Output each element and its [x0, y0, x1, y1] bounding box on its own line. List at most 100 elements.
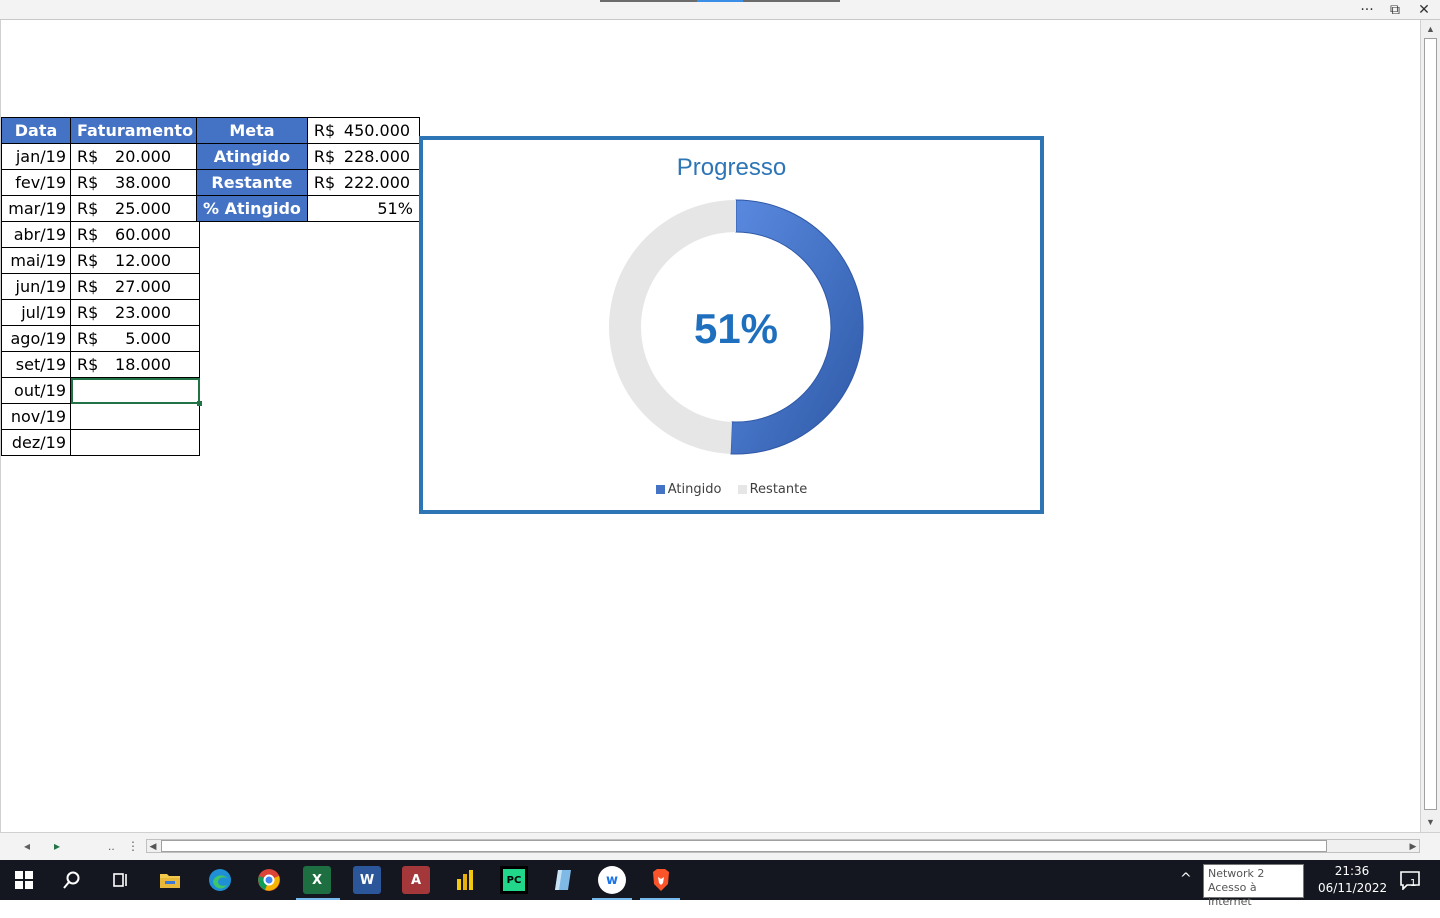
edge-icon[interactable]: [206, 866, 234, 894]
restore-window-button[interactable]: ⧉: [1383, 1, 1407, 19]
more-sheets-button[interactable]: ..: [108, 839, 115, 853]
date-cell[interactable]: out/19: [1, 377, 71, 404]
next-sheet-icon[interactable]: ▸: [54, 839, 60, 853]
date-cell[interactable]: mar/19: [1, 195, 71, 222]
summary-value: 228.000: [343, 147, 411, 166]
legend-swatch-atingido: [655, 485, 665, 494]
table-row: mar/19 R$ 25.000: [1, 195, 201, 222]
currency-symbol: R$: [313, 147, 336, 166]
scroll-right-icon[interactable]: ▶: [1407, 840, 1419, 852]
summary-value-cell[interactable]: R$ 222.000: [306, 169, 420, 196]
header-date[interactable]: Data: [1, 117, 71, 144]
revenue-cell[interactable]: R$ 27.000: [69, 273, 201, 300]
date-cell[interactable]: fev/19: [1, 169, 71, 196]
summary-value-cell[interactable]: R$ 228.000: [306, 143, 420, 170]
power-bi-icon[interactable]: [451, 866, 479, 894]
revenue-value: 38.000: [115, 173, 171, 192]
wps-icon[interactable]: w: [598, 866, 626, 894]
horizontal-scroll-thumb[interactable]: [161, 840, 1327, 852]
revenue-value: 20.000: [115, 147, 171, 166]
chrome-icon[interactable]: [255, 866, 283, 894]
date-cell[interactable]: jan/19: [1, 143, 71, 170]
revenue-cell[interactable]: R$ 12.000: [69, 247, 201, 274]
scroll-up-icon[interactable]: ▲: [1424, 23, 1437, 36]
window-title-bar: ··· ⧉ ✕: [0, 0, 1440, 20]
currency-symbol: R$: [77, 329, 99, 348]
system-clock[interactable]: 21:36 06/11/2022: [1318, 863, 1388, 897]
currency-symbol: R$: [77, 147, 99, 166]
revenue-cell[interactable]: R$ 18.000: [69, 351, 201, 378]
legend-label-restante: Restante: [749, 482, 808, 497]
date-cell[interactable]: abr/19: [1, 221, 71, 248]
date-cell[interactable]: ago/19: [1, 325, 71, 352]
date-cell[interactable]: dez/19: [1, 429, 71, 456]
summary-value: 450.000: [343, 121, 411, 140]
table-row: fev/19 R$ 38.000: [1, 169, 201, 196]
table-row: jan/19 R$ 20.000: [1, 143, 201, 170]
close-window-button[interactable]: ✕: [1412, 1, 1436, 19]
legend-item-atingido[interactable]: Atingido: [655, 482, 722, 497]
summary-value-cell[interactable]: 51%: [306, 195, 420, 222]
search-icon[interactable]: [58, 866, 86, 894]
task-view-icon[interactable]: [106, 866, 134, 894]
app-icon[interactable]: [549, 866, 577, 894]
currency-symbol: R$: [77, 303, 99, 322]
sheet-navigation-bar: ◂ ▸ .. ⋮ ◀ ▶: [0, 832, 1440, 860]
revenue-cell[interactable]: R$ 5.000: [69, 325, 201, 352]
summary-row: Atingido R$ 228.000: [196, 143, 420, 170]
taskbar: X W A PC w ^ Network 2 Acesso à Internet…: [0, 860, 1440, 908]
brave-icon[interactable]: [647, 866, 675, 894]
revenue-cell[interactable]: R$ 38.000: [69, 169, 201, 196]
split-divider-icon[interactable]: ⋮: [127, 839, 139, 853]
summary-label[interactable]: Atingido: [196, 143, 308, 170]
date-cell[interactable]: mai/19: [1, 247, 71, 274]
summary-value: 222.000: [343, 173, 411, 192]
table-row: dez/19: [1, 429, 201, 456]
previous-sheet-icon[interactable]: ◂: [24, 839, 30, 853]
revenue-cell[interactable]: R$ 25.000: [69, 195, 201, 222]
vertical-scrollbar[interactable]: ▲ ▼: [1420, 20, 1440, 832]
vertical-scroll-thumb[interactable]: [1424, 38, 1437, 810]
network-name: Network 2: [1208, 867, 1265, 880]
revenue-cell[interactable]: [69, 403, 201, 430]
revenue-cell[interactable]: R$ 23.000: [69, 299, 201, 326]
date-cell[interactable]: nov/19: [1, 403, 71, 430]
summary-label[interactable]: Meta: [196, 117, 308, 144]
table-row: nov/19: [1, 403, 201, 430]
date-cell[interactable]: jun/19: [1, 273, 71, 300]
scroll-left-icon[interactable]: ◀: [147, 840, 159, 852]
revenue-cell[interactable]: [69, 429, 201, 456]
summary-label[interactable]: Restante: [196, 169, 308, 196]
summary-value-cell[interactable]: R$ 450.000: [306, 117, 420, 144]
header-revenue[interactable]: Faturamento: [69, 117, 201, 144]
revenue-value: 12.000: [115, 251, 171, 270]
legend-item-restante[interactable]: Restante: [737, 482, 808, 497]
file-explorer-icon[interactable]: [156, 866, 184, 894]
horizontal-scrollbar[interactable]: ◀ ▶: [146, 839, 1420, 853]
date-cell[interactable]: set/19: [1, 351, 71, 378]
date-cell[interactable]: jul/19: [1, 299, 71, 326]
progress-doughnut-chart[interactable]: Progresso 51% Atingido Restante: [419, 136, 1044, 514]
excel-icon[interactable]: X: [303, 866, 331, 894]
table-row: mai/19 R$ 12.000: [1, 247, 201, 274]
summary-label[interactable]: % Atingido: [196, 195, 308, 222]
word-icon[interactable]: W: [353, 866, 381, 894]
more-options-button[interactable]: ···: [1355, 1, 1379, 19]
table-row: jul/19 R$ 23.000: [1, 299, 201, 326]
windows-start-icon[interactable]: [10, 866, 38, 894]
pycharm-icon[interactable]: PC: [500, 866, 528, 894]
selected-revenue-cell[interactable]: [69, 377, 203, 407]
chart-legend[interactable]: Atingido Restante: [423, 482, 1040, 497]
access-icon[interactable]: A: [402, 866, 430, 894]
tray-chevron-icon[interactable]: ^: [1180, 871, 1192, 911]
revenue-value: 60.000: [115, 225, 171, 244]
scroll-down-icon[interactable]: ▼: [1424, 816, 1437, 829]
legend-label-atingido: Atingido: [667, 482, 722, 497]
notifications-count: 1: [1410, 878, 1417, 889]
revenue-value: 25.000: [115, 199, 171, 218]
revenue-cell[interactable]: R$ 20.000: [69, 143, 201, 170]
worksheet[interactable]: Data Faturamento jan/19 R$ 20.000 fev/19 R$ 3…: [0, 20, 1420, 832]
summary-table: Meta R$ 450.000 Atingido R$ 228.000 Restante R$…: [196, 117, 420, 222]
revenue-cell[interactable]: R$ 60.000: [69, 221, 201, 248]
clock-date: 06/11/2022: [1318, 881, 1388, 895]
